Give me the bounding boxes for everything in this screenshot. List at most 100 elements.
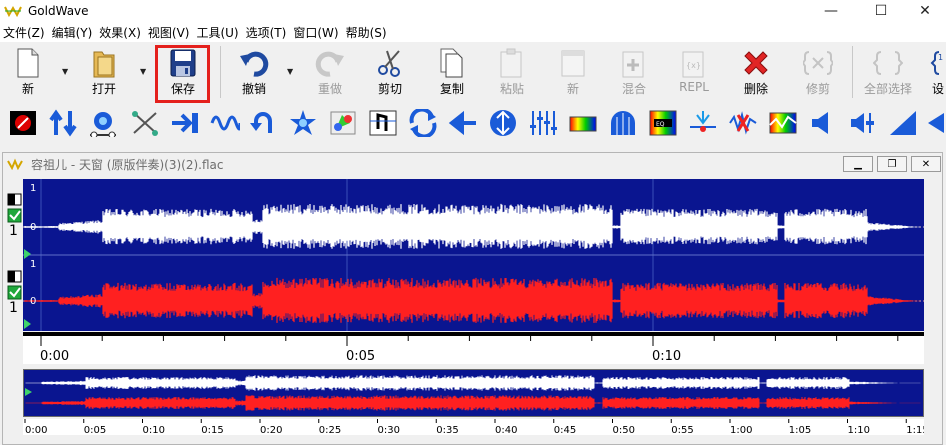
copy-button[interactable]: 复制 — [430, 44, 474, 100]
doc-close-button[interactable]: ✕ — [911, 156, 941, 172]
reverse-icon[interactable] — [246, 107, 280, 139]
overview-playhead-marker[interactable] — [25, 388, 32, 396]
cut-button[interactable]: 剪切 — [368, 44, 412, 100]
fade-in-icon[interactable] — [886, 107, 920, 139]
select-all-button[interactable]: 全部选择 — [860, 44, 916, 100]
channel-right-controls: 1 — [7, 270, 23, 319]
svg-text:EQ: EQ — [656, 121, 665, 128]
undo-button[interactable]: 撤销 — [232, 44, 276, 100]
equalizer-icon[interactable] — [526, 107, 560, 139]
overview-ruler-label: 0:50 — [613, 425, 635, 435]
maximize-button[interactable]: ☐ — [858, 0, 904, 22]
channel-left-number: 1 — [9, 223, 18, 239]
waveform-canvas[interactable]: 1 0 1 0 — [23, 179, 924, 331]
undo-dropdown-icon[interactable]: ▼ — [287, 67, 293, 76]
waveform-view[interactable]: 1 0 1 0 — [23, 179, 924, 331]
replace-icon: {x} — [682, 51, 704, 78]
wave-effect-icon[interactable] — [208, 107, 242, 139]
trim-button[interactable]: 修剪 — [796, 44, 840, 100]
direct-x-icon[interactable] — [168, 107, 202, 139]
channel-left-controls: 1 — [7, 193, 23, 242]
bandpass-icon[interactable] — [606, 107, 640, 139]
menu-file[interactable]: 文件(Z) — [0, 24, 49, 41]
marker-icon[interactable] — [366, 107, 400, 139]
document-title-bar: 容祖儿 - 天窗 (原版伴奏)(3)(2).flac ▁ ❐ ✕ — [3, 153, 942, 175]
echo-icon[interactable] — [86, 107, 120, 139]
stop-icon[interactable] — [6, 107, 40, 139]
overview-ruler-label: 0:05 — [84, 425, 106, 435]
settings-brace-icon: 1 — [930, 51, 943, 75]
overview-ruler-label: 0:30 — [378, 425, 400, 435]
toolbar-separator — [852, 46, 853, 98]
noise-reduction-icon[interactable]: EQ — [646, 107, 680, 139]
scissors-icon — [378, 50, 400, 77]
menu-bar: 文件(Z) 编辑(Y) 效果(X) 视图(V) 工具(U) 选项(T) 窗口(W… — [0, 22, 946, 42]
overview-canvas[interactable] — [24, 370, 923, 416]
paste-button[interactable]: 粘贴 — [490, 44, 534, 100]
menu-edit[interactable]: 编辑(Y) — [49, 24, 97, 41]
doc-minimize-button[interactable]: ▁ — [843, 156, 873, 172]
menu-effects[interactable]: 效果(X) — [96, 24, 145, 41]
menu-help[interactable]: 帮助(S) — [343, 24, 391, 41]
select-all-braces-icon — [873, 51, 903, 75]
overview-ruler-label: 0:40 — [495, 425, 517, 435]
cross-fade-icon[interactable] — [128, 107, 162, 139]
overview-waveform[interactable] — [23, 369, 924, 417]
new-dropdown-icon[interactable]: ▼ — [62, 67, 68, 76]
pitch-icon[interactable] — [486, 107, 520, 139]
clip-repair-icon[interactable] — [726, 107, 760, 139]
overview-ruler-label: 0:15 — [201, 425, 223, 435]
menu-view[interactable]: 视图(V) — [145, 24, 194, 41]
replace-button[interactable]: {x} REPL — [672, 44, 716, 100]
settings-button[interactable]: 1 设 — [928, 44, 946, 100]
fade-out-icon[interactable] — [926, 107, 946, 139]
doc-restore-button[interactable]: ❐ — [877, 156, 907, 172]
volume-icon[interactable] — [806, 107, 840, 139]
vertical-scrollbar[interactable] — [924, 179, 942, 331]
channel-left-max-label: 1 — [30, 183, 36, 194]
document-title: 容祖儿 - 天窗 (原版伴奏)(3)(2).flac — [31, 157, 224, 172]
mix-button[interactable]: 混合 — [612, 44, 656, 100]
overview-ruler-label: 0:55 — [671, 425, 693, 435]
delete-button[interactable]: 删除 — [734, 44, 778, 100]
new-button[interactable]: 新 — [8, 44, 48, 100]
mechanize-icon[interactable] — [326, 107, 360, 139]
spectrum-filter-icon[interactable] — [566, 107, 600, 139]
menu-window[interactable]: 窗口(W) — [290, 24, 342, 41]
interpolate-icon[interactable] — [406, 107, 440, 139]
playhead-right-marker[interactable] — [24, 319, 31, 329]
channel-right-number: 1 — [9, 300, 18, 316]
right-channel-waveform — [24, 277, 920, 323]
document-wave-icon — [7, 158, 23, 170]
paste-clipboard-icon — [500, 48, 522, 78]
redo-button[interactable]: 重做 — [308, 44, 352, 100]
overview-left-waveform — [25, 375, 921, 391]
paste-new-button[interactable]: 新 — [551, 44, 595, 100]
open-folder-icon — [93, 51, 115, 78]
floppy-disk-icon — [170, 49, 196, 77]
open-button[interactable]: 打开 — [84, 44, 124, 100]
overview-ruler-label: 0:35 — [436, 425, 458, 435]
title-bar: GoldWave — ☐ ✕ — [0, 0, 946, 22]
paste-new-window-icon — [561, 50, 585, 77]
playhead-left-marker[interactable] — [24, 249, 31, 259]
minimize-button[interactable]: — — [808, 0, 854, 22]
swap-channels-icon[interactable] — [46, 107, 80, 139]
menu-options[interactable]: 选项(T) — [243, 24, 291, 41]
pop-click-icon[interactable] — [686, 107, 720, 139]
close-button[interactable]: ✕ — [902, 0, 946, 22]
delete-x-icon — [744, 51, 768, 75]
overview-ruler-label: 1:10 — [848, 425, 870, 435]
offset-icon[interactable] — [446, 107, 480, 139]
spectrum-icon[interactable] — [766, 107, 800, 139]
menu-tools[interactable]: 工具(U) — [193, 24, 242, 41]
volume-shape-icon[interactable] — [846, 107, 880, 139]
save-button[interactable]: 保存 — [160, 44, 206, 100]
time-ruler[interactable]: 0:000:050:100:150:200:250:300:350:400:45… — [23, 332, 924, 364]
open-dropdown-icon[interactable]: ▼ — [140, 67, 146, 76]
overview-ruler-label: 0:10 — [143, 425, 165, 435]
main-toolbar: 新 ▼ 打开 ▼ 保存 撤销 ▼ 重做 剪切 复制 粘贴 新 混合 {x} RE… — [0, 42, 946, 102]
doppler-icon[interactable] — [286, 107, 320, 139]
new-file-icon — [17, 48, 39, 78]
left-channel-waveform — [24, 203, 920, 249]
